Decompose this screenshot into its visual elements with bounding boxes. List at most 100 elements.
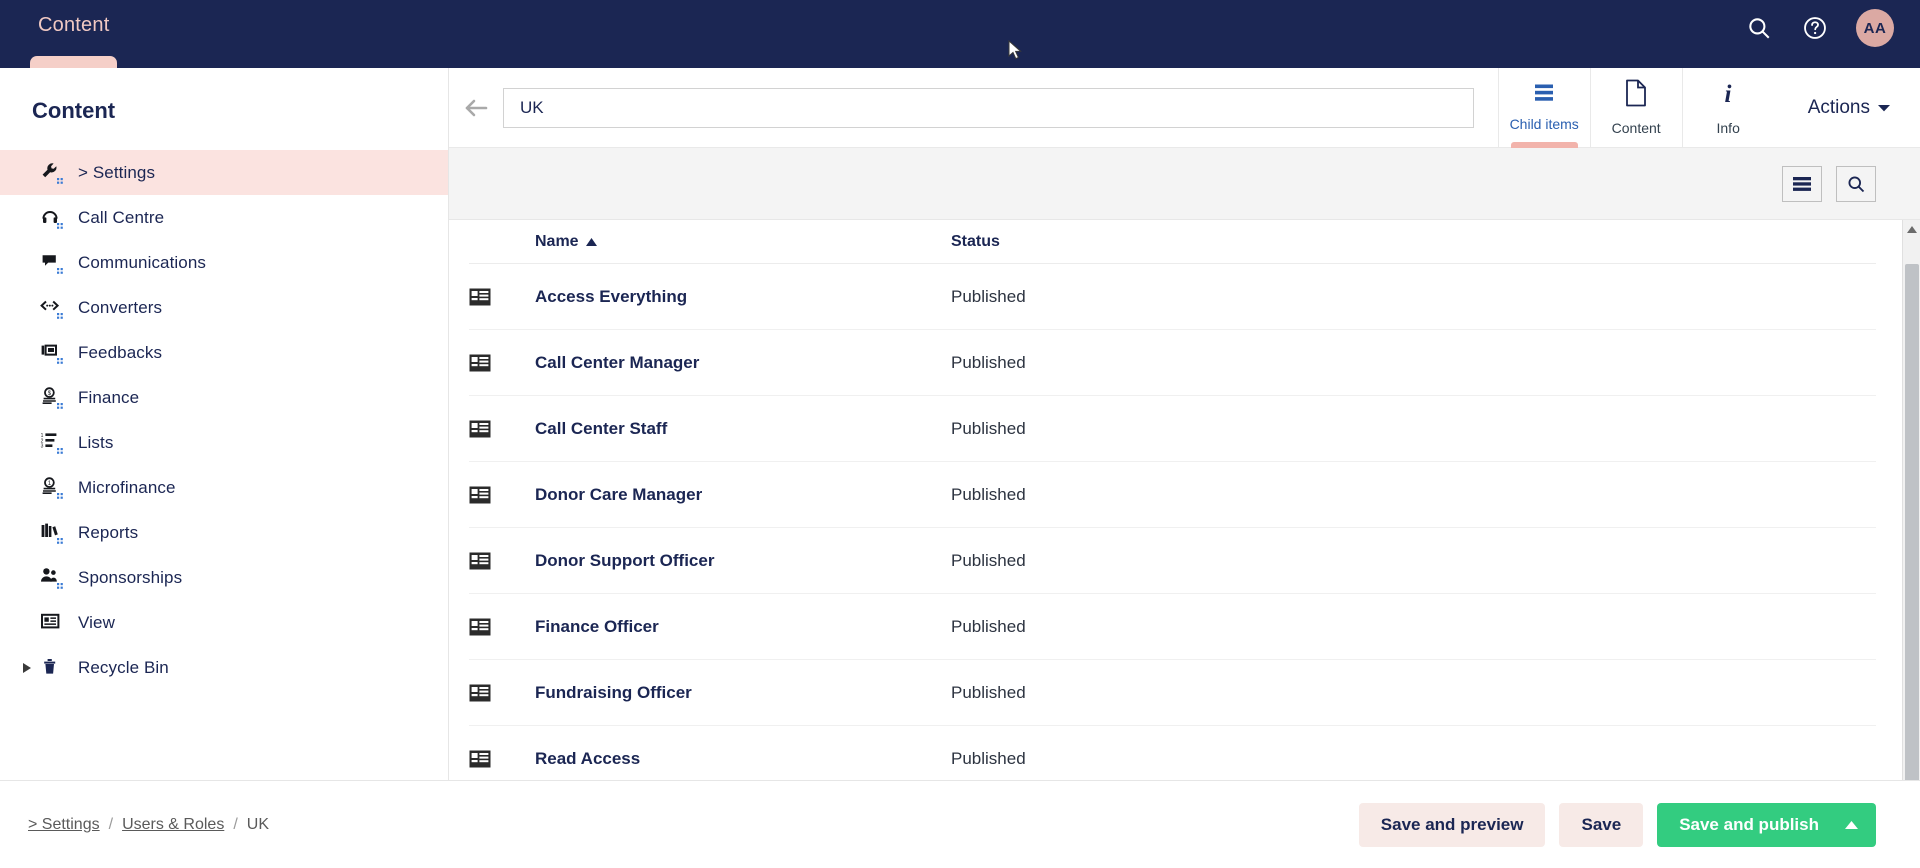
main-panel: Child items Content i Info Actions Name	[449, 67, 1920, 868]
id-card-icon	[469, 420, 535, 438]
sidebar-item-label: Call Centre	[78, 207, 165, 227]
row-name[interactable]: Finance Officer	[535, 617, 951, 637]
books-icon	[38, 519, 66, 547]
id-card-icon	[469, 684, 535, 702]
search-icon[interactable]	[1836, 165, 1876, 202]
footer-buttons: Save and preview Save Save and publish	[1358, 802, 1876, 847]
sidebar-item-settings[interactable]: > Settings	[0, 150, 448, 195]
coin-dollar-icon: $	[38, 384, 66, 412]
table-row[interactable]: Donor Support Officer Published	[469, 528, 1876, 594]
id-card-icon	[469, 750, 535, 768]
row-status: Published	[951, 352, 1026, 372]
sidebar-item-lists[interactable]: 123 Lists	[0, 420, 448, 465]
tab-label: Content	[1611, 120, 1661, 136]
top-tab-active-indicator	[30, 56, 118, 68]
row-status: Published	[951, 682, 1026, 702]
sidebar-item-finance[interactable]: $ Finance	[0, 375, 448, 420]
list-lines-icon	[1531, 83, 1557, 108]
id-card-icon	[469, 618, 535, 636]
scroll-up-arrow-icon[interactable]	[1903, 220, 1920, 238]
table-row[interactable]: Access Everything Published	[469, 264, 1876, 330]
avatar[interactable]: AA	[1856, 9, 1894, 47]
row-name[interactable]: Access Everything	[535, 287, 951, 307]
actions-dropdown[interactable]: Actions	[1774, 68, 1920, 148]
tab-info[interactable]: i Info	[1681, 67, 1774, 148]
svg-text:3: 3	[41, 443, 44, 449]
tab-content[interactable]: Content	[1589, 67, 1682, 148]
footer-bar: > Settings / Users & Roles / UK Save and pre…	[0, 780, 1920, 868]
table-row[interactable]: Read Access Published	[469, 726, 1876, 780]
breadcrumb-link[interactable]: > Settings	[28, 816, 100, 834]
top-tab-content[interactable]: Content	[22, 14, 125, 68]
tab-child-items[interactable]: Child items	[1497, 67, 1590, 148]
sidebar-item-feedbacks[interactable]: Feedbacks	[0, 330, 448, 375]
table-header-row: Name Status	[469, 220, 1876, 264]
save-button[interactable]: Save	[1559, 802, 1644, 847]
tab-active-underline	[1510, 141, 1578, 148]
code-arrows-icon	[38, 294, 66, 322]
sidebar-item-label: Reports	[78, 522, 139, 542]
search-icon[interactable]	[1744, 13, 1774, 43]
article-icon	[38, 609, 66, 637]
row-name[interactable]: Call Center Manager	[535, 353, 951, 373]
row-name[interactable]: Fundraising Officer	[535, 683, 951, 703]
breadcrumb-current: UK	[246, 815, 269, 833]
id-card-icon	[469, 354, 535, 372]
breadcrumb-link[interactable]: Users & Roles	[122, 816, 224, 834]
sidebar-item-communications[interactable]: Communications	[0, 240, 448, 285]
sidebar-item-label: Sponsorships	[78, 567, 183, 587]
child-items-table: Name Status Access Everything Published Ca…	[469, 220, 1876, 780]
table-row[interactable]: Call Center Staff Published	[469, 396, 1876, 462]
id-card-icon	[469, 552, 535, 570]
sidebar-item-reports[interactable]: Reports	[0, 510, 448, 555]
help-circle-icon[interactable]	[1800, 13, 1830, 43]
wrench-icon	[38, 159, 66, 187]
table-header-status-label: Status	[951, 232, 1000, 250]
row-status: Published	[951, 550, 1026, 570]
sidebar-item-view[interactable]: View	[0, 600, 448, 645]
save-and-publish-button[interactable]: Save and publish	[1657, 802, 1876, 847]
feedback-icon	[38, 339, 66, 367]
scrollbar-thumb[interactable]	[1905, 264, 1919, 804]
expand-caret-icon[interactable]	[16, 662, 38, 673]
trash-icon	[38, 654, 66, 682]
table-header-status[interactable]: Status	[951, 233, 1876, 251]
sidebar-item-recycle-bin[interactable]: Recycle Bin	[0, 645, 448, 690]
coin-one-icon: 1	[38, 474, 66, 502]
sidebar-item-sponsorships[interactable]: Sponsorships	[0, 555, 448, 600]
speech-bubble-icon	[38, 249, 66, 277]
id-card-icon	[469, 288, 535, 306]
list-view-icon[interactable]	[1782, 165, 1822, 202]
row-name[interactable]: Call Center Staff	[535, 419, 951, 439]
sidebar-item-label: Feedbacks	[78, 342, 163, 362]
tab-label: Info	[1716, 120, 1740, 136]
header-tabs: Child items Content i Info	[1497, 67, 1774, 148]
sidebar-item-call-centre[interactable]: Call Centre	[0, 195, 448, 240]
row-name[interactable]: Donor Care Manager	[535, 485, 951, 505]
tab-label: Child items	[1509, 116, 1579, 132]
row-name[interactable]: Donor Support Officer	[535, 551, 951, 571]
table-header-name[interactable]: Name	[535, 233, 951, 251]
headset-icon	[38, 204, 66, 232]
row-status: Published	[951, 616, 1026, 636]
table-row[interactable]: Call Center Manager Published	[469, 330, 1876, 396]
sidebar-item-microfinance[interactable]: 1 Microfinance	[0, 465, 448, 510]
table-row[interactable]: Donor Care Manager Published	[469, 462, 1876, 528]
table-row[interactable]: Finance Officer Published	[469, 594, 1876, 660]
top-tab-label: Content	[38, 14, 110, 36]
back-arrow-icon[interactable]	[449, 97, 503, 119]
table-row[interactable]: Fundraising Officer Published	[469, 660, 1876, 726]
row-status: Published	[951, 748, 1026, 768]
top-bar-actions: AA	[1744, 0, 1920, 56]
sidebar-item-label: Converters	[78, 297, 163, 317]
row-name[interactable]: Read Access	[535, 749, 951, 769]
row-status: Published	[951, 418, 1026, 438]
vertical-scrollbar[interactable]	[1902, 220, 1920, 804]
sidebar-item-label: > Settings	[78, 162, 156, 182]
chevron-down-icon	[1878, 104, 1890, 111]
name-input[interactable]	[503, 87, 1474, 128]
save-and-preview-button[interactable]: Save and preview	[1358, 802, 1546, 847]
sidebar-item-label: Communications	[78, 252, 207, 272]
save-and-publish-label: Save and publish	[1679, 814, 1819, 834]
sidebar-item-converters[interactable]: Converters	[0, 285, 448, 330]
